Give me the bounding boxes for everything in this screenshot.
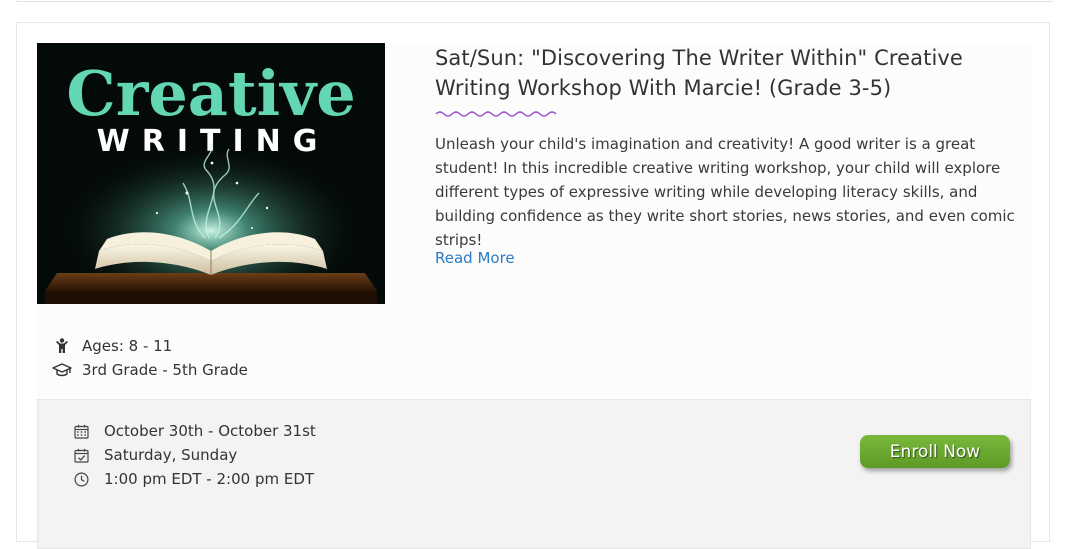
dates-text: October 30th - October 31st — [104, 422, 316, 440]
graduation-cap-icon — [51, 361, 73, 379]
read-more-link[interactable]: Read More — [435, 249, 515, 267]
image-title-creative: Creative — [66, 57, 355, 130]
days-text: Saturday, Sunday — [104, 446, 238, 464]
ages-row: Ages: 8 - 11 — [51, 335, 172, 357]
grades-row: 3rd Grade - 5th Grade — [51, 359, 248, 381]
time-text: 1:00 pm EDT - 2:00 pm EDT — [104, 470, 315, 488]
grades-text: 3rd Grade - 5th Grade — [82, 361, 248, 379]
child-icon — [51, 337, 73, 355]
title-underline-squiggle — [435, 111, 557, 117]
dates-row: October 30th - October 31st — [72, 420, 316, 442]
calendar-check-icon — [72, 446, 90, 464]
calendar-icon — [72, 422, 90, 440]
time-row: 1:00 pm EDT - 2:00 pm EDT — [72, 468, 314, 490]
image-title-writing: WRITING — [97, 124, 330, 159]
previous-card-edge — [16, 0, 1052, 2]
clock-icon — [72, 470, 90, 488]
days-row: Saturday, Sunday — [72, 444, 237, 466]
ages-text: Ages: 8 - 11 — [82, 337, 173, 355]
course-description: Unleash your child's imagination and cre… — [435, 135, 1015, 249]
enroll-now-button[interactable]: Enroll Now — [860, 435, 1010, 468]
schedule-panel: October 30th - October 31st Saturday, Su… — [37, 399, 1031, 549]
course-card: Creative WRITING Sat/Sun: "Discovering T… — [16, 22, 1050, 549]
course-image[interactable]: Creative WRITING — [37, 43, 385, 304]
course-title[interactable]: Sat/Sun: "Discovering The Writer Within"… — [435, 43, 1035, 103]
